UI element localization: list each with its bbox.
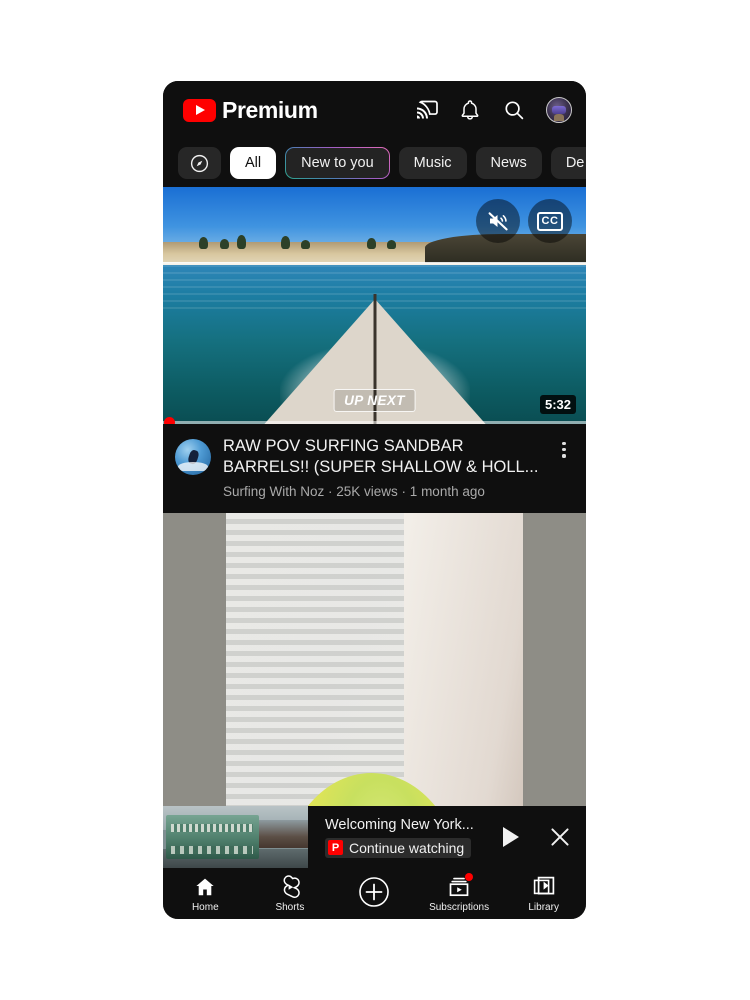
mini-player-bar[interactable]: Welcoming New York... P Continue watchin…	[163, 806, 586, 868]
video-thumbnail-surfing[interactable]: CC UP NEXT 5:32	[163, 187, 586, 424]
close-x-icon	[551, 828, 569, 846]
filter-chips-row[interactable]: All New to you Music News De	[163, 139, 586, 187]
nav-label-shorts: Shorts	[275, 901, 305, 913]
nav-label-home: Home	[191, 901, 219, 913]
more-vertical-icon[interactable]	[554, 436, 574, 499]
youtube-premium-logo[interactable]: Premium	[183, 97, 318, 124]
continue-watching-label: Continue watching	[349, 839, 465, 856]
notifications-bell-icon[interactable]	[458, 98, 482, 122]
brand-label: Premium	[222, 96, 318, 123]
channel-avatar[interactable]	[175, 439, 211, 475]
nav-label-library: Library	[528, 901, 559, 913]
nav-item-library[interactable]: Library	[501, 875, 586, 913]
bottom-navigation-bar: Home Shorts Subscriptions Library	[163, 868, 586, 919]
chip-truncated[interactable]: De	[550, 147, 586, 179]
create-plus-icon	[358, 876, 390, 908]
premium-p-badge: P	[328, 840, 343, 855]
shorts-icon	[278, 874, 302, 899]
nav-item-subscriptions[interactable]: Subscriptions	[417, 872, 502, 913]
nav-item-create[interactable]	[332, 876, 417, 911]
screenshot-canvas: Premium All New to you Music News De CC …	[0, 0, 750, 1000]
chip-new-to-you[interactable]: New to you	[285, 147, 390, 179]
mini-player-status: P Continue watching	[325, 837, 472, 858]
mini-player-thumbnail[interactable]	[163, 806, 308, 868]
mini-player-close-button[interactable]	[534, 824, 586, 850]
home-icon	[193, 875, 217, 899]
cast-icon[interactable]	[414, 98, 438, 122]
video-progress-bar[interactable]	[163, 417, 586, 424]
chip-all[interactable]: All	[230, 147, 277, 179]
captions-button[interactable]: CC	[528, 199, 572, 243]
thumb-trees	[184, 232, 438, 249]
explore-compass-icon	[190, 154, 209, 172]
video-title[interactable]: RAW POV SURFING SANDBAR BARRELS!! (SUPER…	[223, 436, 542, 478]
chip-explore[interactable]	[178, 147, 221, 179]
subscriptions-badge-dot	[465, 872, 474, 881]
account-avatar[interactable]	[546, 97, 572, 123]
video-subtitle: Surfing With Noz · 25K views · 1 month a…	[223, 484, 485, 499]
library-icon	[532, 875, 556, 899]
youtube-play-logo-icon	[183, 98, 216, 122]
chip-news[interactable]: News	[475, 147, 542, 179]
mini-thumb-background-right	[258, 819, 308, 849]
search-icon[interactable]	[502, 98, 526, 122]
mini-player-info: Welcoming New York... P Continue watchin…	[308, 817, 488, 858]
app-top-bar: Premium	[163, 81, 586, 139]
mute-button[interactable]	[476, 199, 520, 243]
video-meta-row: RAW POV SURFING SANDBAR BARRELS!! (SUPER…	[163, 424, 586, 513]
subscriptions-icon	[447, 872, 474, 899]
nav-label-subscriptions: Subscriptions	[429, 901, 490, 913]
cc-icon: CC	[537, 211, 563, 231]
chip-music[interactable]: Music	[398, 147, 467, 179]
mini-thumb-ferry-terminal	[165, 814, 259, 860]
topbar-actions	[414, 97, 572, 123]
video-duration: 5:32	[539, 395, 576, 414]
phone-frame: Premium All New to you Music News De CC …	[163, 81, 586, 919]
feed-video-card: CC UP NEXT 5:32 RAW POV SURFING SANDBAR …	[163, 187, 586, 513]
muted-speaker-icon	[488, 212, 508, 231]
progress-scrubber[interactable]	[164, 417, 175, 424]
mini-player-play-button[interactable]	[488, 827, 534, 847]
mini-player-title: Welcoming New York...	[325, 816, 474, 833]
nav-item-shorts[interactable]: Shorts	[248, 874, 333, 913]
video-meta-text: RAW POV SURFING SANDBAR BARRELS!! (SUPER…	[223, 436, 542, 499]
nav-item-home[interactable]: Home	[163, 875, 248, 913]
up-next-badge: UP NEXT	[333, 389, 416, 412]
